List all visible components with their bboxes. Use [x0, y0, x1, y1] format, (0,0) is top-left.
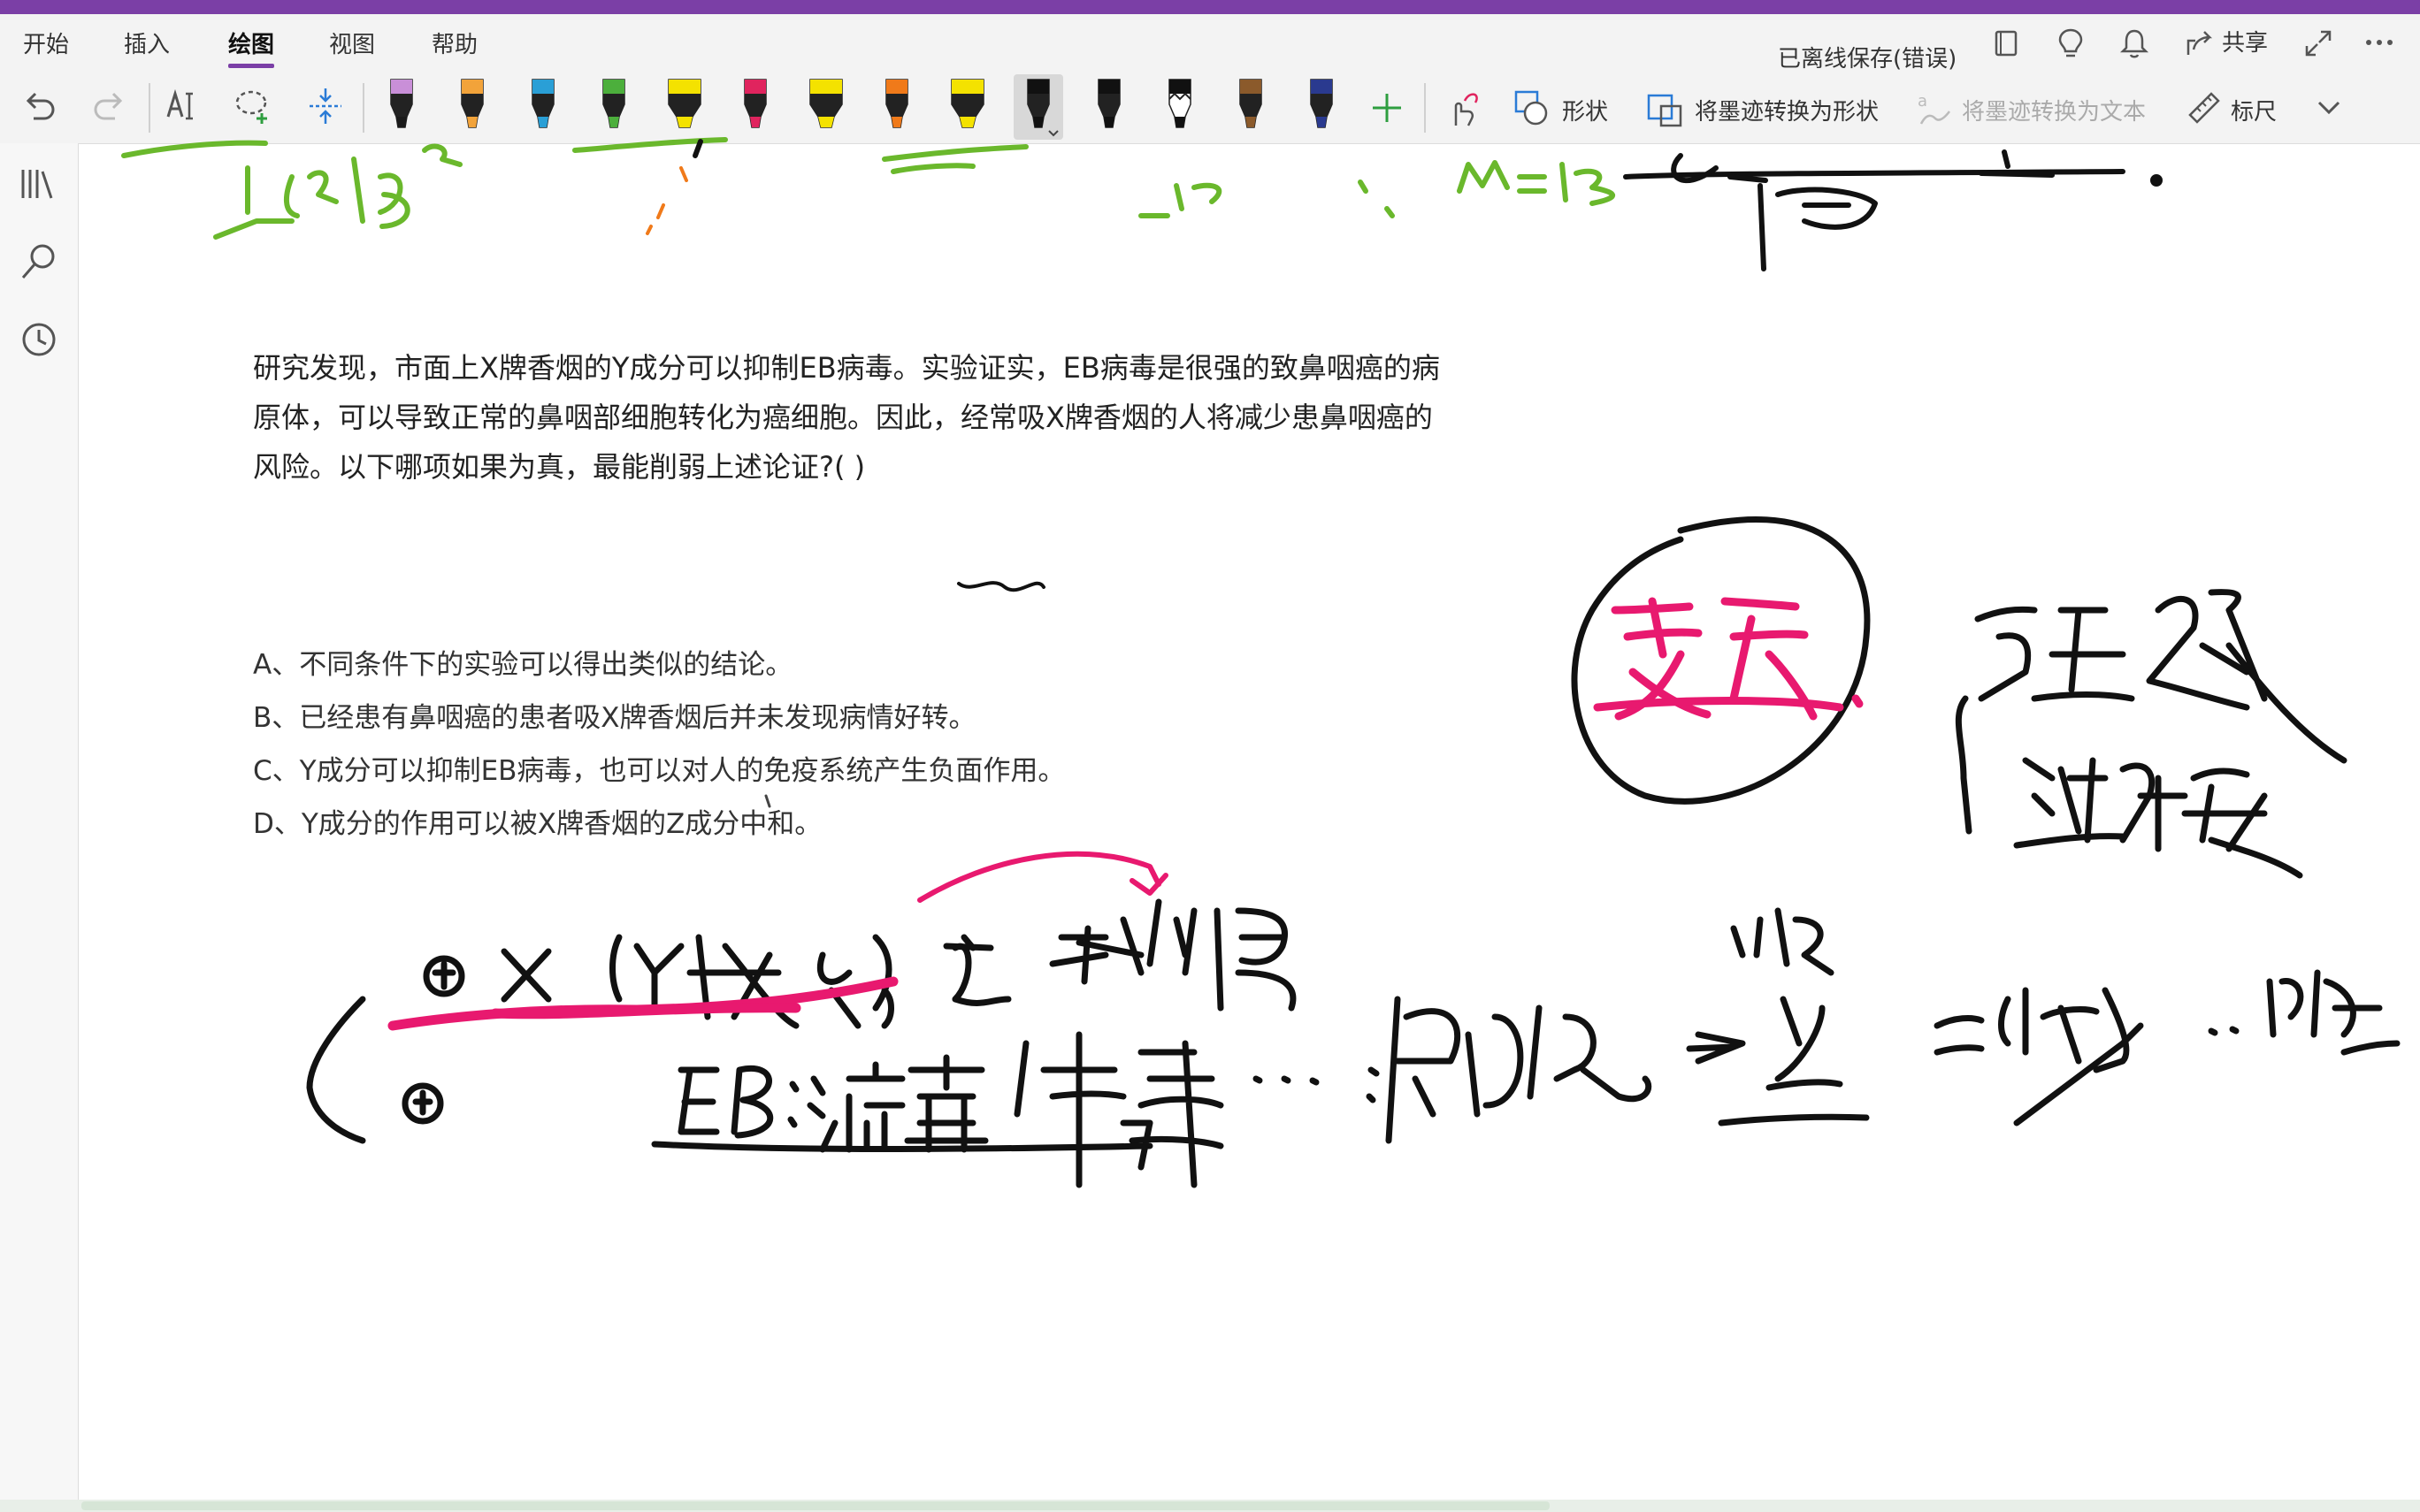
ink-circled-note: [1571, 515, 1871, 805]
ink-pink-arrow: [917, 851, 1168, 903]
ink-annotations[interactable]: [0, 0, 2420, 1500]
ink-lower-notes: [306, 898, 2401, 1188]
scrollbar-thumb[interactable]: [81, 1501, 1550, 1510]
ink-pink-underline: [387, 976, 899, 1031]
ink-mark: [764, 794, 771, 808]
ink-orange-marks: [646, 166, 688, 235]
ink-squiggle: [957, 581, 1045, 592]
ink-green-math: [121, 137, 1616, 240]
ink-right-notes: [1955, 589, 2347, 879]
ink-black-top: [693, 139, 2163, 271]
